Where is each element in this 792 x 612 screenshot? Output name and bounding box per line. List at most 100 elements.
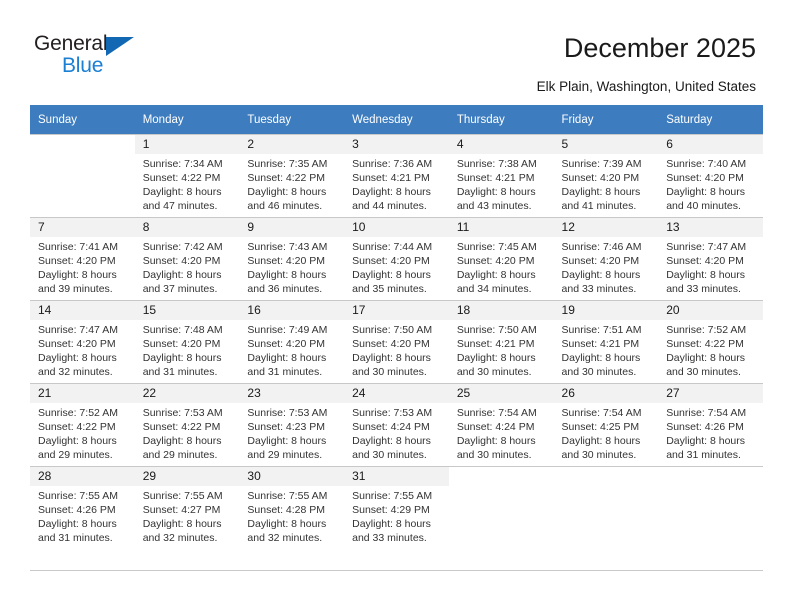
day-detail-line: Sunset: 4:26 PM (666, 421, 744, 433)
calendar-day-cell[interactable]: 31 Sunrise: 7:55 AM Sunset: 4:29 PM Dayligh… (344, 466, 449, 549)
calendar-day-cell[interactable]: 27 Sunrise: 7:54 AM Sunset: 4:26 PM Dayligh… (658, 383, 763, 466)
day-number: 23 (239, 384, 345, 403)
day-cell-inner: 15 Sunrise: 7:48 AM Sunset: 4:20 PM Dayligh… (134, 300, 240, 383)
calendar-day-cell[interactable]: 5 Sunrise: 7:39 AM Sunset: 4:20 PM Daylight… (553, 134, 659, 217)
day-cell-inner: 22 Sunrise: 7:53 AM Sunset: 4:22 PM Dayligh… (134, 383, 240, 466)
day-number: 15 (134, 301, 240, 320)
day-detail-line: Daylight: 8 hours (38, 435, 117, 447)
calendar-day-cell[interactable]: 12 Sunrise: 7:46 AM Sunset: 4:20 PM Dayligh… (553, 217, 659, 300)
day-detail-line: Daylight: 8 hours (247, 435, 327, 447)
day-detail-line: Sunset: 4:20 PM (247, 338, 326, 350)
day-details: Sunrise: 7:55 AM Sunset: 4:29 PM Daylight:… (344, 486, 449, 545)
calendar-day-cell[interactable]: 16 Sunrise: 7:49 AM Sunset: 4:20 PM Dayligh… (239, 300, 345, 383)
day-cell-inner: 12 Sunrise: 7:46 AM Sunset: 4:20 PM Dayligh… (553, 217, 659, 300)
day-cell-inner: 2 Sunrise: 7:35 AM Sunset: 4:22 PM Daylight… (239, 134, 345, 217)
day-cell-inner: 17 Sunrise: 7:50 AM Sunset: 4:20 PM Dayligh… (344, 300, 449, 383)
calendar-week-row: 28 Sunrise: 7:55 AM Sunset: 4:26 PM Dayligh… (30, 466, 763, 549)
weekday-header-monday: Monday (134, 105, 240, 134)
calendar-day-cell[interactable]: 23 Sunrise: 7:53 AM Sunset: 4:23 PM Dayligh… (239, 383, 345, 466)
day-detail-line: Sunrise: 7:41 AM (38, 241, 118, 253)
day-number: 20 (658, 301, 763, 320)
calendar-day-cell[interactable]: 6 Sunrise: 7:40 AM Sunset: 4:20 PM Daylight… (658, 134, 763, 217)
calendar-day-cell[interactable]: 17 Sunrise: 7:50 AM Sunset: 4:20 PM Dayligh… (344, 300, 449, 383)
calendar-day-cell[interactable]: 9 Sunrise: 7:43 AM Sunset: 4:20 PM Daylight… (239, 217, 345, 300)
day-detail-line: and 31 minutes. (38, 532, 113, 544)
calendar-day-cell[interactable]: 24 Sunrise: 7:53 AM Sunset: 4:24 PM Dayligh… (344, 383, 449, 466)
weekday-header-saturday: Saturday (658, 105, 763, 134)
day-cell-inner: 26 Sunrise: 7:54 AM Sunset: 4:25 PM Dayligh… (553, 383, 659, 466)
day-detail-line: and 43 minutes. (456, 200, 532, 212)
calendar-day-cell[interactable]: 1 Sunrise: 7:34 AM Sunset: 4:22 PM Daylight… (134, 134, 240, 217)
day-details: Sunrise: 7:49 AM Sunset: 4:20 PM Daylight:… (239, 320, 344, 379)
day-details: Sunrise: 7:44 AM Sunset: 4:20 PM Daylight:… (344, 237, 449, 296)
day-detail-line: Sunrise: 7:51 AM (561, 324, 642, 336)
day-number: 22 (134, 384, 240, 403)
day-cell-inner: 21 Sunrise: 7:52 AM Sunset: 4:22 PM Dayligh… (30, 383, 135, 466)
calendar-header-row: Sunday Monday Tuesday Wednesday Thursday… (30, 105, 763, 134)
day-detail-line: and 37 minutes. (142, 283, 218, 295)
day-number: 31 (344, 467, 449, 486)
day-cell-inner: 27 Sunrise: 7:54 AM Sunset: 4:26 PM Dayligh… (658, 383, 763, 466)
calendar-day-cell[interactable]: 2 Sunrise: 7:35 AM Sunset: 4:22 PM Daylight… (239, 134, 345, 217)
day-detail-line: Sunrise: 7:49 AM (247, 324, 328, 336)
day-detail-line: and 33 minutes. (352, 532, 427, 544)
day-detail-line: and 31 minutes. (247, 366, 323, 378)
day-cell-inner: 9 Sunrise: 7:43 AM Sunset: 4:20 PM Daylight… (239, 217, 345, 300)
calendar-day-cell[interactable]: 13 Sunrise: 7:47 AM Sunset: 4:20 PM Dayligh… (658, 217, 763, 300)
page-header: General Blue December 2025 Elk Plain, Wa… (0, 0, 792, 104)
day-details: Sunrise: 7:55 AM Sunset: 4:26 PM Daylight:… (30, 486, 135, 545)
day-detail-line: Sunset: 4:24 PM (456, 421, 535, 433)
day-detail-line: Daylight: 8 hours (352, 269, 431, 281)
day-details: Sunrise: 7:52 AM Sunset: 4:22 PM Daylight:… (30, 403, 135, 462)
day-number: 8 (134, 218, 240, 237)
calendar-day-cell[interactable]: 28 Sunrise: 7:55 AM Sunset: 4:26 PM Dayligh… (30, 466, 135, 549)
day-detail-line: Sunrise: 7:36 AM (352, 158, 433, 170)
day-number: 6 (658, 135, 763, 154)
calendar-day-cell[interactable]: 21 Sunrise: 7:52 AM Sunset: 4:22 PM Dayligh… (30, 383, 135, 466)
day-detail-line: Sunset: 4:20 PM (352, 338, 430, 350)
day-details: Sunrise: 7:55 AM Sunset: 4:28 PM Daylight:… (239, 486, 344, 545)
calendar-day-cell[interactable]: 14 Sunrise: 7:47 AM Sunset: 4:20 PM Dayligh… (30, 300, 135, 383)
day-details: Sunrise: 7:41 AM Sunset: 4:20 PM Daylight:… (30, 237, 135, 296)
calendar-day-cell[interactable]: 22 Sunrise: 7:53 AM Sunset: 4:22 PM Dayligh… (134, 383, 240, 466)
day-number (553, 467, 659, 486)
calendar-day-cell[interactable]: 8 Sunrise: 7:42 AM Sunset: 4:20 PM Daylight… (134, 217, 240, 300)
calendar-day-cell[interactable]: 10 Sunrise: 7:44 AM Sunset: 4:20 PM Dayligh… (344, 217, 449, 300)
day-detail-line: Daylight: 8 hours (352, 186, 431, 198)
day-detail-line: Sunrise: 7:52 AM (38, 407, 118, 419)
day-detail-line: Sunset: 4:27 PM (142, 504, 221, 516)
calendar-day-cell[interactable]: 7 Sunrise: 7:41 AM Sunset: 4:20 PM Daylight… (30, 217, 135, 300)
day-detail-line: and 30 minutes. (352, 366, 427, 378)
calendar-day-cell[interactable]: 29 Sunrise: 7:55 AM Sunset: 4:27 PM Dayligh… (134, 466, 240, 549)
day-detail-line: and 30 minutes. (561, 366, 637, 378)
calendar-day-cell[interactable]: 11 Sunrise: 7:45 AM Sunset: 4:20 PM Dayligh… (448, 217, 554, 300)
brand-logo[interactable]: General Blue (34, 32, 154, 84)
day-detail-line: and 33 minutes. (561, 283, 637, 295)
day-number: 18 (448, 301, 554, 320)
calendar-day-cell[interactable]: 25 Sunrise: 7:54 AM Sunset: 4:24 PM Dayligh… (448, 383, 554, 466)
day-details: Sunrise: 7:47 AM Sunset: 4:20 PM Daylight:… (658, 237, 763, 296)
day-detail-line: Sunset: 4:20 PM (352, 255, 430, 267)
calendar-day-cell[interactable]: 19 Sunrise: 7:51 AM Sunset: 4:21 PM Dayligh… (553, 300, 659, 383)
day-detail-line: and 30 minutes. (352, 449, 427, 461)
day-number: 25 (448, 384, 554, 403)
day-detail-line: and 32 minutes. (38, 366, 113, 378)
day-cell-inner: 18 Sunrise: 7:50 AM Sunset: 4:21 PM Dayligh… (448, 300, 554, 383)
calendar-day-cell[interactable]: 30 Sunrise: 7:55 AM Sunset: 4:28 PM Dayligh… (239, 466, 345, 549)
day-detail-line: Daylight: 8 hours (142, 186, 222, 198)
day-detail-line: Sunrise: 7:53 AM (247, 407, 328, 419)
day-detail-line: Sunrise: 7:38 AM (456, 158, 537, 170)
day-detail-line: Daylight: 8 hours (352, 352, 431, 364)
calendar-day-cell[interactable]: 4 Sunrise: 7:38 AM Sunset: 4:21 PM Daylight… (448, 134, 554, 217)
day-cell-inner: 6 Sunrise: 7:40 AM Sunset: 4:20 PM Daylight… (658, 134, 763, 217)
day-detail-line: and 41 minutes. (561, 200, 637, 212)
day-cell-inner (658, 466, 763, 549)
day-details: Sunrise: 7:40 AM Sunset: 4:20 PM Daylight:… (658, 154, 763, 213)
calendar-day-cell[interactable]: 18 Sunrise: 7:50 AM Sunset: 4:21 PM Dayligh… (448, 300, 554, 383)
calendar-day-cell[interactable]: 15 Sunrise: 7:48 AM Sunset: 4:20 PM Dayligh… (134, 300, 240, 383)
calendar-day-cell[interactable]: 26 Sunrise: 7:54 AM Sunset: 4:25 PM Dayligh… (553, 383, 659, 466)
day-detail-line: Sunset: 4:20 PM (142, 255, 221, 267)
day-cell-inner: 28 Sunrise: 7:55 AM Sunset: 4:26 PM Dayligh… (30, 466, 135, 549)
calendar-day-cell[interactable]: 20 Sunrise: 7:52 AM Sunset: 4:22 PM Dayligh… (658, 300, 763, 383)
calendar-day-cell[interactable]: 3 Sunrise: 7:36 AM Sunset: 4:21 PM Daylight… (344, 134, 449, 217)
